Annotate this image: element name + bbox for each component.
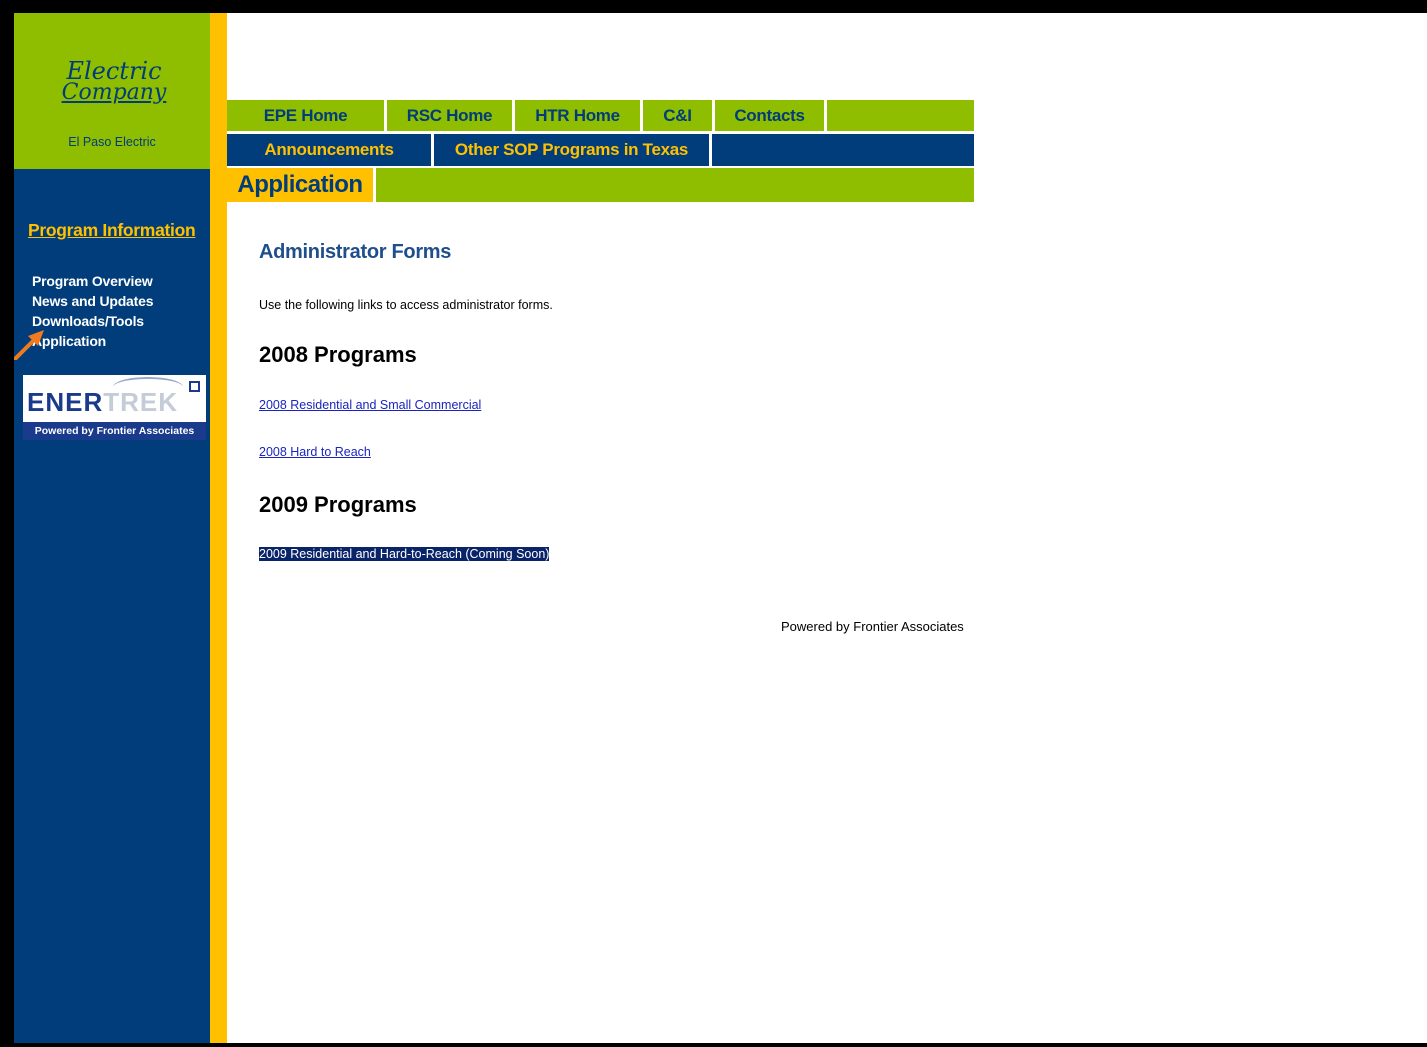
nav-epe-home[interactable]: EPE Home — [227, 100, 387, 131]
logo-script-line1: Electric — [66, 57, 162, 85]
nav-announcements[interactable]: Announcements — [227, 134, 434, 166]
nav-row-primary: EPE Home RSC Home HTR Home C&I Contacts — [227, 100, 974, 131]
nav-row-section-filler — [376, 168, 974, 202]
logo[interactable]: Electric Company El Paso Electric — [14, 13, 210, 169]
logo-script-line2: Company — [61, 80, 167, 105]
sidebar: Electric Company El Paso Electric Progra… — [14, 13, 210, 1043]
nav-row-secondary: Announcements Other SOP Programs in Texa… — [227, 134, 974, 166]
nav-contacts[interactable]: Contacts — [715, 100, 827, 131]
link-2009-residential-hard-to-reach[interactable]: 2009 Residential and Hard-to-Reach (Comi… — [259, 547, 550, 561]
sidebar-item-news-and-updates[interactable]: News and Updates — [32, 291, 153, 311]
page-title: Administrator Forms — [259, 241, 452, 263]
nav-rsc-home[interactable]: RSC Home — [387, 100, 515, 131]
section-title-application: Application — [227, 168, 376, 202]
nav-row-primary-filler — [827, 100, 974, 131]
square-icon — [189, 381, 200, 392]
sidebar-item-downloads-tools[interactable]: Downloads/Tools — [32, 311, 153, 331]
nav-other-sop-programs[interactable]: Other SOP Programs in Texas — [434, 134, 712, 166]
footer-powered-by: Powered by Frontier Associates — [781, 619, 964, 634]
divider-bar — [210, 13, 227, 1043]
intro-text: Use the following links to access admini… — [259, 298, 553, 312]
logo-subtitle: El Paso Electric — [68, 135, 156, 149]
link-2008-hard-to-reach[interactable]: 2008 Hard to Reach — [259, 445, 371, 459]
enertrek-word-left: ENER — [27, 387, 104, 417]
enertrek-word-right: TREK — [103, 387, 179, 417]
section-heading-2008: 2008 Programs — [259, 342, 417, 367]
enertrek-powered-by: Powered by Frontier Associates — [23, 422, 206, 440]
sidebar-nav: Program Overview News and Updates Downlo… — [32, 271, 153, 351]
nav-c-and-i[interactable]: C&I — [643, 100, 715, 131]
enertrek-badge[interactable]: ENERTREK Powered by Frontier Associates — [23, 375, 206, 440]
sidebar-item-application[interactable]: Application — [32, 331, 153, 351]
section-heading-2009: 2009 Programs — [259, 492, 417, 517]
nav-row-section: Application — [227, 168, 974, 202]
link-2008-residential-small-commercial[interactable]: 2008 Residential and Small Commercial — [259, 398, 481, 412]
nav-htr-home[interactable]: HTR Home — [515, 100, 643, 131]
program-information-heading[interactable]: Program Information — [28, 220, 196, 241]
nav-row-secondary-filler — [712, 134, 974, 166]
electric-company-logo: Electric Company — [58, 57, 170, 105]
page-frame: Electric Company El Paso Electric Progra… — [14, 13, 1427, 1043]
sidebar-item-program-overview[interactable]: Program Overview — [32, 271, 153, 291]
enertrek-wordmark: ENERTREK — [27, 387, 178, 418]
arrow-pointer-icon — [14, 330, 44, 360]
